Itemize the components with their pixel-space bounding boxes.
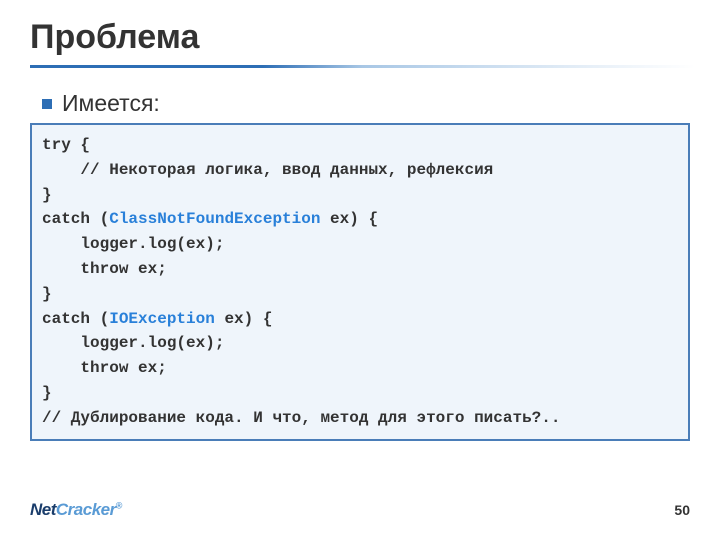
code-type: ClassNotFoundException [109, 210, 320, 228]
bullet-line: Имеется: [42, 90, 690, 117]
code-line: ex) { [320, 210, 378, 228]
page-number: 50 [674, 502, 690, 518]
logo-reg: ® [116, 500, 122, 510]
bullet-text: Имеется: [62, 90, 160, 117]
code-line: throw ex; [42, 359, 167, 377]
code-line: ex) { [215, 310, 273, 328]
bullet-icon [42, 99, 52, 109]
divider [30, 65, 695, 68]
code-line: throw ex; [42, 260, 167, 278]
logo-cracker: Cracker [56, 500, 116, 519]
code-line: catch ( [42, 210, 109, 228]
footer: NetCracker® 50 [30, 500, 690, 520]
code-line: // Некоторая логика, ввод данных, рефлек… [42, 161, 493, 179]
code-line: } [42, 186, 52, 204]
slide: Проблема Имеется: try { // Некоторая лог… [0, 0, 720, 540]
code-line: } [42, 285, 52, 303]
code-type: IOException [109, 310, 215, 328]
logo: NetCracker® [30, 500, 122, 520]
code-line: catch ( [42, 310, 109, 328]
code-line: // Дублирование кода. И что, метод для э… [42, 409, 560, 427]
slide-title: Проблема [30, 18, 690, 57]
code-line: try { [42, 136, 90, 154]
logo-net: Net [30, 500, 56, 519]
code-block: try { // Некоторая логика, ввод данных, … [30, 123, 690, 441]
code-line: } [42, 384, 52, 402]
code-line: logger.log(ex); [42, 334, 224, 352]
code-line: logger.log(ex); [42, 235, 224, 253]
